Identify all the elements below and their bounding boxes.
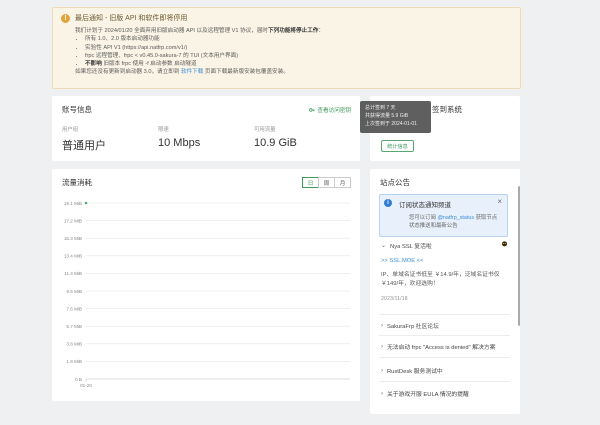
close-icon[interactable]: × — [497, 197, 502, 206]
y-tick-label: 7.6 MiB — [66, 306, 82, 311]
subscribe-title: 订阅状态通知频道 — [399, 202, 451, 209]
divider — [379, 381, 510, 382]
divider — [379, 314, 510, 315]
divider — [379, 357, 510, 358]
chevron-right-icon: › — [381, 390, 383, 397]
y-tick-label: 13.4 MiB — [64, 254, 82, 259]
subscribe-alert: i 订阅状态通知频道 您可以订阅 @natfrp_status 获取节点状态推送… — [379, 194, 508, 237]
y-tick-label: 17.2 MiB — [64, 218, 82, 223]
telegram-channel-link[interactable]: @natfrp_status — [437, 215, 474, 221]
announcement-item[interactable]: › 关于游戏开服 EULA 情况的提醒 — [381, 389, 469, 399]
y-tick-label: 9.5 MiB — [66, 289, 82, 294]
announcement-date: 2023/11/18 — [381, 296, 408, 302]
y-tick-label: 0 B — [75, 377, 82, 382]
announcement-item[interactable]: › SakuraFrp 社区论坛 — [381, 321, 439, 331]
chevron-right-icon: › — [381, 343, 383, 350]
chevron-right-icon: › — [381, 322, 383, 329]
y-tick-label: 5.7 MiB — [66, 324, 82, 329]
announcement-item[interactable]: › RustDesk 服务测试中 — [381, 366, 443, 376]
y-tick-label: 19.1 MiB — [64, 201, 82, 206]
announcement-expanded-header[interactable]: ⌄ Nya SSL 复活啦 — [381, 241, 432, 250]
announcements-title: 站点公告 — [380, 178, 410, 187]
ssl-promo-text: IP、单域名证书低至 ￥14.9/年，泛域名证书仅 ￥149/年，欢迎选购！ — [381, 272, 500, 287]
info-icon: i — [384, 199, 392, 207]
scrollbar[interactable] — [518, 186, 520, 326]
ssl-moe-link[interactable]: >> SSL.MOE << — [381, 258, 424, 264]
y-tick-label: 3.8 MiB — [66, 342, 82, 347]
divider — [379, 335, 510, 336]
y-tick-label: 1.9 MiB — [66, 359, 82, 364]
chevron-down-icon: ⌄ — [381, 243, 387, 249]
y-tick-label: 11.4 MiB — [64, 271, 82, 276]
subscribe-desc: 您可以订阅 @natfrp_status 获取节点状态推送和最新公告 — [409, 215, 498, 229]
x-tick-label: 01-20 — [80, 383, 92, 388]
announcement-item[interactable]: › 无法启动 frpc "Access is denied" 解决方案 — [381, 342, 496, 352]
data-point[interactable] — [84, 201, 88, 205]
y-tick-label: 15.3 MiB — [64, 236, 82, 241]
mascot-icon — [501, 241, 508, 247]
chevron-right-icon: › — [381, 367, 383, 374]
